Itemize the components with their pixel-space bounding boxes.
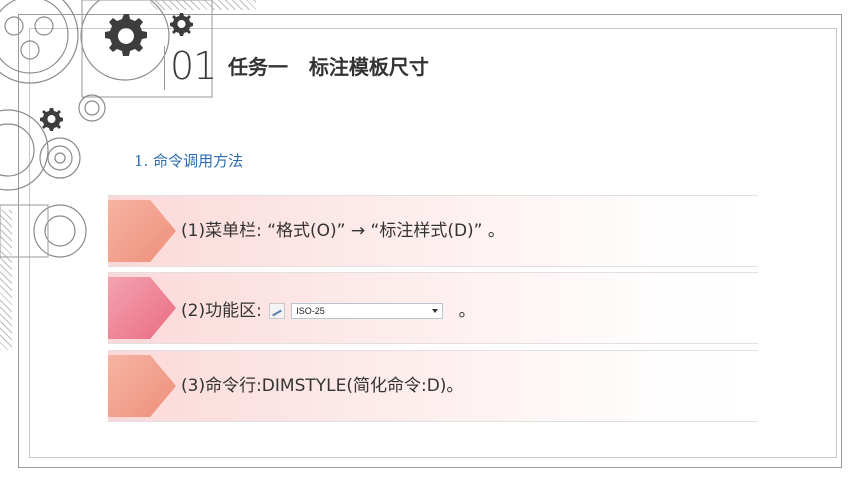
arrow-marker-icon [108, 200, 176, 262]
dimension-style-select[interactable]: ISO-25 [291, 303, 444, 319]
item-text: (2)功能区: ISO-25 。 [181, 298, 476, 324]
dimension-style-icon[interactable] [269, 303, 286, 319]
item-text: (1)菜单栏: “格式(O)” → “标注样式(D)” 。 [181, 221, 505, 241]
list-item: (1)菜单栏: “格式(O)” → “标注样式(D)” 。 [108, 195, 758, 267]
dimension-style-value: ISO-25 [296, 306, 325, 316]
list-item: (2)功能区: ISO-25 。 [108, 272, 758, 344]
list-item: (3)命令行:DIMSTYLE(简化命令:D)。 [108, 350, 758, 422]
arrow-marker-icon [108, 277, 176, 339]
section-number-divider [164, 46, 215, 90]
item-text: (3)命令行:DIMSTYLE(简化命令:D)。 [181, 376, 464, 396]
arrow-marker-icon [108, 355, 176, 417]
item-suffix: 。 [453, 301, 476, 321]
item-prefix: (2)功能区: [181, 301, 268, 321]
section-number: 01 [164, 40, 217, 92]
subsection-label: 1. 命令调用方法 [134, 152, 244, 170]
dimension-style-control[interactable]: ISO-25 [269, 302, 449, 320]
chevron-down-icon[interactable] [432, 309, 439, 313]
page-title: 任务一 标注模板尺寸 [228, 55, 429, 79]
